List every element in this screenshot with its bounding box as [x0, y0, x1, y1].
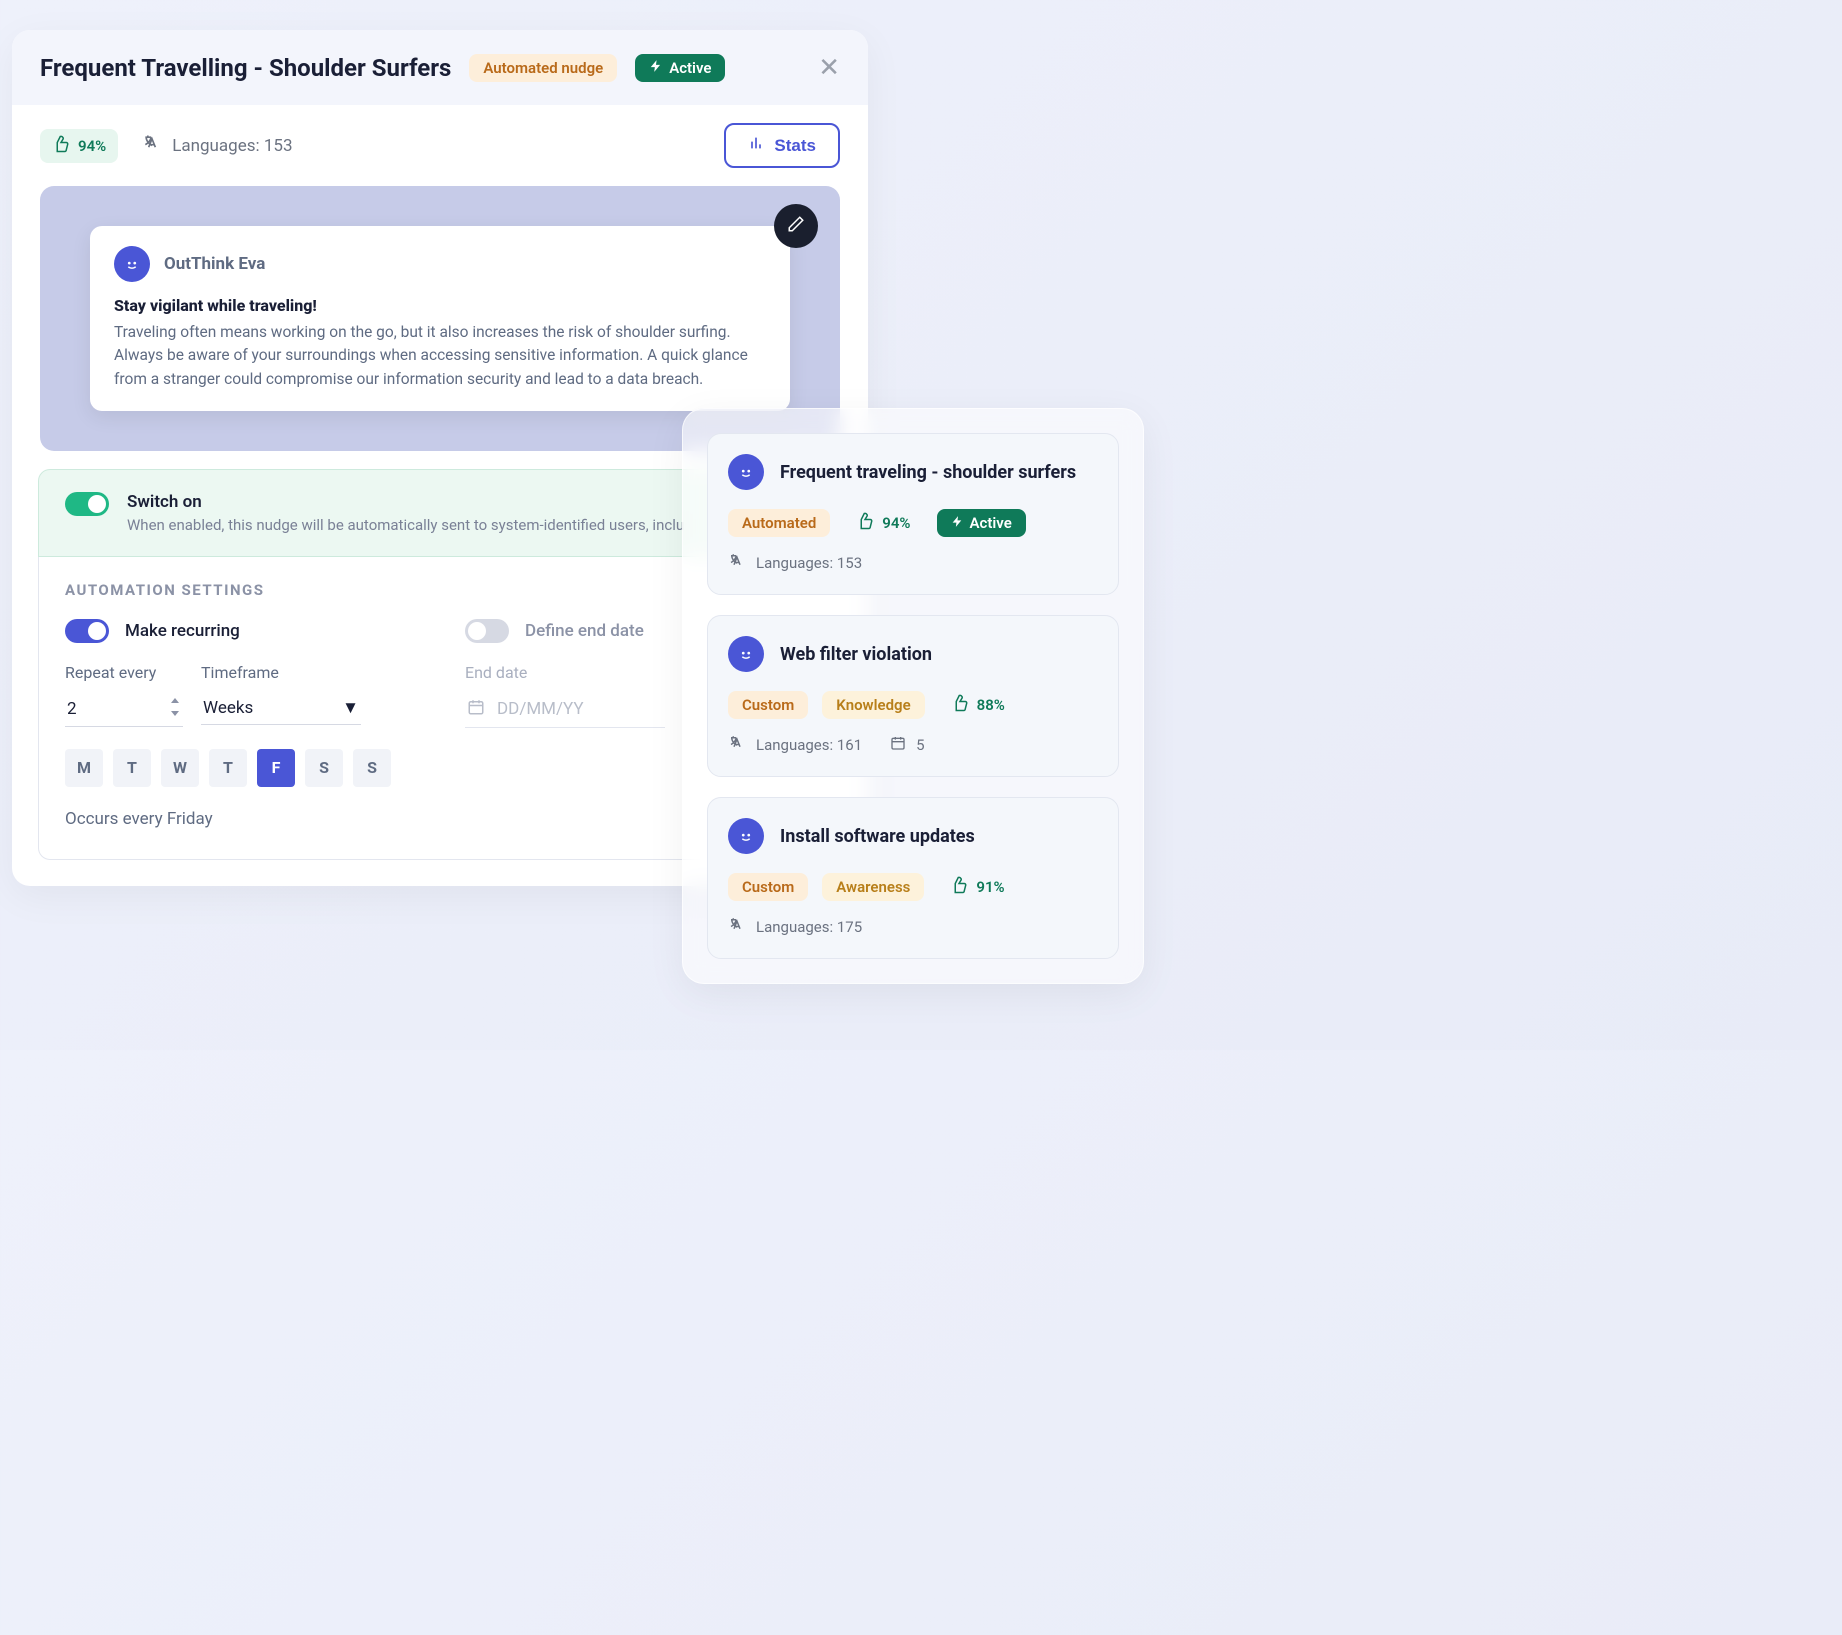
- nudge-lang-row: Languages: 175: [728, 916, 1098, 938]
- day-0[interactable]: M: [65, 749, 103, 787]
- day-6[interactable]: S: [353, 749, 391, 787]
- day-5[interactable]: S: [305, 749, 343, 787]
- day-4[interactable]: F: [257, 749, 295, 787]
- day-3[interactable]: T: [209, 749, 247, 787]
- calendar-icon: [467, 698, 485, 721]
- bot-avatar: [728, 636, 764, 672]
- switch-on-toggle[interactable]: [65, 492, 109, 516]
- switch-desc: When enabled, this nudge will be automat…: [127, 516, 684, 534]
- repeat-field: Repeat every 2: [65, 663, 183, 727]
- active-badge: Active: [635, 54, 725, 82]
- card-languages: Languages: 153: [756, 554, 862, 572]
- stepper-icon[interactable]: [169, 698, 181, 720]
- translate-icon: [728, 734, 746, 756]
- card-count: 5: [916, 736, 924, 754]
- recurring-head: Make recurring: [65, 619, 415, 643]
- bolt-icon: [951, 514, 964, 532]
- thumb-up-icon: [950, 876, 968, 898]
- nudge-card-0[interactable]: Frequent traveling - shoulder surfers Au…: [707, 433, 1119, 595]
- repeat-label: Repeat every: [65, 663, 183, 682]
- nudge-meta: Automated 94% Active: [728, 506, 1098, 540]
- switch-text: Switch on When enabled, this nudge will …: [127, 492, 684, 534]
- translate-icon: [142, 133, 162, 158]
- tag-primary: Automated: [728, 509, 830, 537]
- bar-chart-icon: [748, 135, 764, 156]
- languages-label: Languages: 153: [172, 136, 292, 156]
- nudge-head: Frequent traveling - shoulder surfers: [728, 454, 1098, 490]
- meta-row: 94% Languages: 153 Stats: [12, 105, 868, 186]
- tag-primary: Custom: [728, 873, 808, 901]
- nudge-head: Web filter violation: [728, 636, 1098, 672]
- card-score: 88%: [939, 688, 1017, 722]
- translate-icon: [728, 552, 746, 574]
- active-label: Active: [669, 59, 711, 77]
- pencil-icon: [787, 215, 805, 238]
- thumb-up-icon: [52, 135, 70, 157]
- page-title: Frequent Travelling - Shoulder Surfers: [40, 54, 451, 82]
- end-date-input[interactable]: DD/MM/YY: [465, 692, 665, 728]
- nudge-title: Install software updates: [780, 826, 975, 847]
- day-2[interactable]: W: [161, 749, 199, 787]
- nudge-card-2[interactable]: Install software updates Custom Awareness…: [707, 797, 1119, 959]
- bot-name: OutThink Eva: [164, 254, 265, 274]
- days-row: MTWTFSS: [65, 749, 415, 787]
- close-button[interactable]: ✕: [818, 52, 840, 83]
- tag-secondary: Knowledge: [822, 691, 924, 719]
- occurs-text: Occurs every Friday: [65, 809, 415, 829]
- card-score: 94%: [844, 506, 922, 540]
- recurring-column: Make recurring Repeat every 2 Timefram: [65, 619, 415, 829]
- card-languages: Languages: 161: [756, 736, 862, 754]
- message-title: Stay vigilant while traveling!: [114, 296, 766, 315]
- card-score: 91%: [938, 870, 1016, 904]
- tag-secondary: Awareness: [822, 873, 924, 901]
- bot-avatar: [728, 454, 764, 490]
- card-active-badge: Active: [937, 509, 1026, 537]
- chevron-down-icon: ▼: [342, 698, 359, 718]
- nudge-title: Web filter violation: [780, 644, 932, 665]
- repeat-value: 2: [67, 699, 77, 719]
- end-date-toggle[interactable]: [465, 619, 509, 643]
- stats-button[interactable]: Stats: [724, 123, 840, 168]
- switch-label: Switch on: [127, 492, 684, 512]
- tag-primary: Custom: [728, 691, 808, 719]
- automated-badge: Automated nudge: [469, 54, 617, 82]
- nudge-head: Install software updates: [728, 818, 1098, 854]
- languages-info: Languages: 153: [142, 133, 292, 158]
- timeframe-label: Timeframe: [201, 663, 361, 682]
- message-head: OutThink Eva: [114, 246, 766, 282]
- nudge-meta: Custom Awareness 91%: [728, 870, 1098, 904]
- end-date-label: Define end date: [525, 621, 644, 641]
- nudge-lang-row: Languages: 161 5: [728, 734, 1098, 756]
- repeat-fields: Repeat every 2 Timeframe Weeks ▼: [65, 663, 415, 727]
- timeframe-value: Weeks: [203, 698, 253, 718]
- stats-label: Stats: [774, 136, 816, 156]
- recurring-toggle[interactable]: [65, 619, 109, 643]
- calendar-icon: [890, 735, 906, 755]
- nudge-lang-row: Languages: 153: [728, 552, 1098, 574]
- translate-icon: [728, 916, 746, 938]
- day-1[interactable]: T: [113, 749, 151, 787]
- thumb-up-icon: [951, 694, 969, 716]
- repeat-input[interactable]: 2: [65, 692, 183, 727]
- nudge-title: Frequent traveling - shoulder surfers: [780, 462, 1076, 483]
- bot-avatar: [728, 818, 764, 854]
- score-badge: 94%: [40, 129, 118, 163]
- edit-button[interactable]: [774, 204, 818, 248]
- timeframe-field: Timeframe Weeks ▼: [201, 663, 361, 727]
- score-value: 94%: [78, 137, 106, 155]
- nudge-list-panel: Frequent traveling - shoulder surfers Au…: [682, 408, 1144, 984]
- thumb-up-icon: [856, 512, 874, 534]
- card-header: Frequent Travelling - Shoulder Surfers A…: [12, 30, 868, 105]
- nudge-meta: Custom Knowledge 88%: [728, 688, 1098, 722]
- recurring-label: Make recurring: [125, 621, 240, 641]
- bolt-icon: [649, 59, 663, 77]
- bot-avatar: [114, 246, 150, 282]
- card-languages: Languages: 175: [756, 918, 862, 936]
- timeframe-select[interactable]: Weeks ▼: [201, 692, 361, 725]
- nudge-card-1[interactable]: Web filter violation CustomKnowledge88% …: [707, 615, 1119, 777]
- end-date-placeholder: DD/MM/YY: [497, 699, 584, 719]
- message-card: OutThink Eva Stay vigilant while traveli…: [90, 226, 790, 411]
- message-body: Traveling often means working on the go,…: [114, 321, 766, 391]
